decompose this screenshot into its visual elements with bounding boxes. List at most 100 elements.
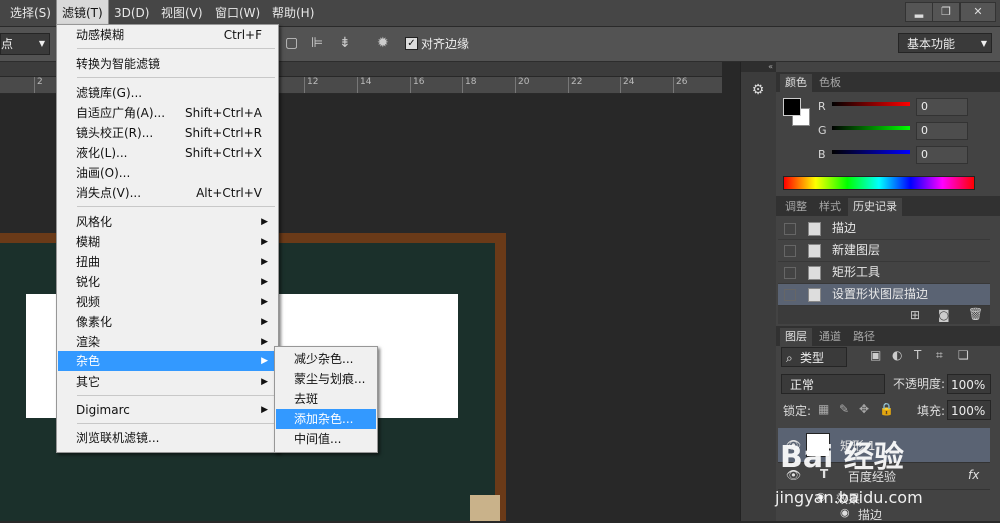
menu-select[interactable]: 选择(S) bbox=[10, 0, 51, 26]
green-value-input[interactable]: 0 bbox=[916, 122, 968, 140]
menu-item-vanishing-point[interactable]: 消失点(V)... Alt+Ctrl+V bbox=[76, 183, 276, 203]
tab-color[interactable]: 颜色 bbox=[780, 74, 812, 92]
collapsed-panel-dock: « ⚙ bbox=[740, 62, 777, 521]
color-spectrum-bar[interactable] bbox=[783, 176, 975, 190]
menu-item-despeckle[interactable]: 去斑 bbox=[294, 389, 374, 409]
green-slider[interactable] bbox=[832, 126, 910, 130]
menu-item-median[interactable]: 中间值... bbox=[294, 429, 374, 449]
lock-position-icon[interactable]: ✥ bbox=[859, 402, 869, 416]
channel-b-label: B bbox=[818, 148, 826, 161]
menu-item-distort[interactable]: 扭曲 ▶ bbox=[76, 252, 276, 272]
menu-help[interactable]: 帮助(H) bbox=[272, 0, 314, 26]
tab-swatches[interactable]: 色板 bbox=[814, 74, 846, 92]
properties-icon[interactable]: ⚙ bbox=[749, 82, 767, 100]
ruler-tick: 16 bbox=[410, 77, 424, 93]
menu-item-digimarc[interactable]: Digimarc ▶ bbox=[76, 400, 276, 420]
menu-item-video[interactable]: 视频 ▶ bbox=[76, 292, 276, 312]
adjustment-filter-icon[interactable]: ◐ bbox=[892, 348, 902, 362]
blue-value-input[interactable]: 0 bbox=[916, 146, 968, 164]
document-icon bbox=[808, 266, 821, 280]
history-item[interactable]: 描边 bbox=[778, 218, 990, 240]
workspace-dropdown[interactable]: 基本功能 ▼ bbox=[898, 33, 992, 53]
gear-icon[interactable]: ✹ bbox=[377, 35, 389, 51]
menu-item-stylize[interactable]: 风格化 ▶ bbox=[76, 212, 276, 232]
menu-item-motion-blur[interactable]: 动感模糊 Ctrl+F bbox=[76, 25, 276, 45]
menu-item-oil-paint[interactable]: 油画(O)... bbox=[76, 163, 276, 183]
menu-item-noise[interactable]: 杂色 ▶ bbox=[58, 351, 276, 371]
menu-filter[interactable]: 滤镜(T) bbox=[56, 0, 109, 27]
lock-pixels-icon[interactable]: ✎ bbox=[839, 402, 849, 416]
menu-separator bbox=[77, 395, 275, 396]
history-item[interactable]: 新建图层 bbox=[778, 240, 990, 262]
ruler-tick: 12 bbox=[304, 77, 318, 93]
menu-item-adaptive-wide-angle[interactable]: 自适应广角(A)... Shift+Ctrl+A bbox=[76, 103, 276, 123]
menu-separator bbox=[77, 77, 275, 78]
menu-item-other[interactable]: 其它 ▶ bbox=[76, 372, 276, 392]
menu-item-pixelate[interactable]: 像素化 ▶ bbox=[76, 312, 276, 332]
menu-separator bbox=[77, 423, 275, 424]
document-icon bbox=[808, 288, 821, 302]
menu-window[interactable]: 窗口(W) bbox=[215, 0, 260, 26]
tab-channels[interactable]: 通道 bbox=[814, 328, 846, 346]
smart-object-filter-icon[interactable]: ❏ bbox=[958, 348, 969, 362]
menu-item-liquify[interactable]: 液化(L)... Shift+Ctrl+X bbox=[76, 143, 276, 163]
history-item[interactable]: 矩形工具 bbox=[778, 262, 990, 284]
document-icon bbox=[808, 222, 821, 236]
baidu-watermark-logo: Bai 经验 bbox=[780, 440, 904, 475]
eye-icon[interactable]: ◉ bbox=[840, 506, 850, 519]
menu-item-sharpen[interactable]: 锐化 ▶ bbox=[76, 272, 276, 292]
fill-input[interactable]: 100% bbox=[947, 400, 991, 420]
tab-layers[interactable]: 图层 bbox=[780, 328, 812, 346]
new-document-from-state-icon[interactable]: ⊞ bbox=[910, 308, 920, 322]
fill-label: 填充: bbox=[917, 404, 946, 418]
ruler-tick: 20 bbox=[515, 77, 529, 93]
layer-filter-dropdown[interactable]: ⌕ 类型 bbox=[781, 347, 847, 367]
pixel-filter-icon[interactable]: ▣ bbox=[870, 348, 881, 362]
tab-adjustments[interactable]: 调整 bbox=[780, 198, 812, 216]
blend-mode-dropdown[interactable]: 正常 bbox=[781, 374, 885, 394]
point-select-dropdown[interactable]: 点 ▼ bbox=[0, 33, 50, 55]
type-filter-icon[interactable]: T bbox=[914, 348, 921, 362]
fx-icon[interactable]: fx bbox=[968, 468, 979, 482]
collapse-icon[interactable]: « bbox=[741, 62, 777, 72]
menu-3d[interactable]: 3D(D) bbox=[114, 0, 149, 26]
camera-icon[interactable]: ◙ bbox=[938, 308, 950, 322]
submenu-arrow-icon: ▶ bbox=[261, 337, 268, 347]
history-item-selected[interactable]: 设置形状图层描边 bbox=[778, 284, 990, 306]
opacity-input[interactable]: 100% bbox=[947, 374, 991, 394]
lock-all-icon[interactable]: 🔒 bbox=[879, 402, 894, 416]
menu-item-reduce-noise[interactable]: 减少杂色... bbox=[294, 349, 374, 369]
path-operations-icon[interactable]: ▢ bbox=[285, 35, 298, 51]
menu-item-browse-online-filters[interactable]: 浏览联机滤镜... bbox=[76, 428, 276, 448]
menu-item-dust-scratches[interactable]: 蒙尘与划痕... bbox=[294, 369, 374, 389]
lock-transparency-icon[interactable]: ▦ bbox=[818, 402, 829, 416]
restore-icon[interactable]: ❐ bbox=[932, 2, 960, 22]
tab-paths[interactable]: 路径 bbox=[848, 328, 880, 346]
minimize-icon[interactable]: ▂ bbox=[905, 2, 933, 22]
noise-submenu: 减少杂色... 蒙尘与划痕... 去斑 添加杂色... 中间值... bbox=[274, 346, 378, 453]
blue-slider[interactable] bbox=[832, 150, 910, 154]
menu-view[interactable]: 视图(V) bbox=[161, 0, 203, 26]
menu-item-convert-smart-filter[interactable]: 转换为智能滤镜 bbox=[76, 54, 276, 74]
shape-filter-icon[interactable]: ⌗ bbox=[936, 348, 943, 363]
ruler-tick: 22 bbox=[568, 77, 582, 93]
menu-item-render[interactable]: 渲染 ▶ bbox=[76, 332, 276, 352]
close-icon[interactable]: ✕ bbox=[960, 2, 996, 22]
path-alignment-icon[interactable]: ⊫ bbox=[311, 35, 323, 51]
menu-item-add-noise[interactable]: 添加杂色... bbox=[276, 409, 376, 429]
history-footer: ⊞ ◙ 🗑 bbox=[778, 306, 990, 324]
foreground-color-swatch[interactable] bbox=[783, 98, 801, 116]
path-arrangement-icon[interactable]: ⇟ bbox=[339, 35, 351, 51]
menu-item-filter-gallery[interactable]: 滤镜库(G)... bbox=[76, 83, 276, 103]
align-edges-checkbox[interactable]: ✓ bbox=[405, 37, 418, 50]
menu-item-blur[interactable]: 模糊 ▶ bbox=[76, 232, 276, 252]
tab-styles[interactable]: 样式 bbox=[814, 198, 846, 216]
submenu-arrow-icon: ▶ bbox=[261, 257, 268, 267]
red-slider[interactable] bbox=[832, 102, 910, 106]
menu-separator bbox=[77, 206, 275, 207]
document-icon bbox=[808, 244, 821, 258]
red-value-input[interactable]: 0 bbox=[916, 98, 968, 116]
tab-history[interactable]: 历史记录 bbox=[848, 198, 902, 216]
trash-icon[interactable]: 🗑 bbox=[968, 307, 983, 321]
menu-item-lens-correction[interactable]: 镜头校正(R)... Shift+Ctrl+R bbox=[76, 123, 276, 143]
